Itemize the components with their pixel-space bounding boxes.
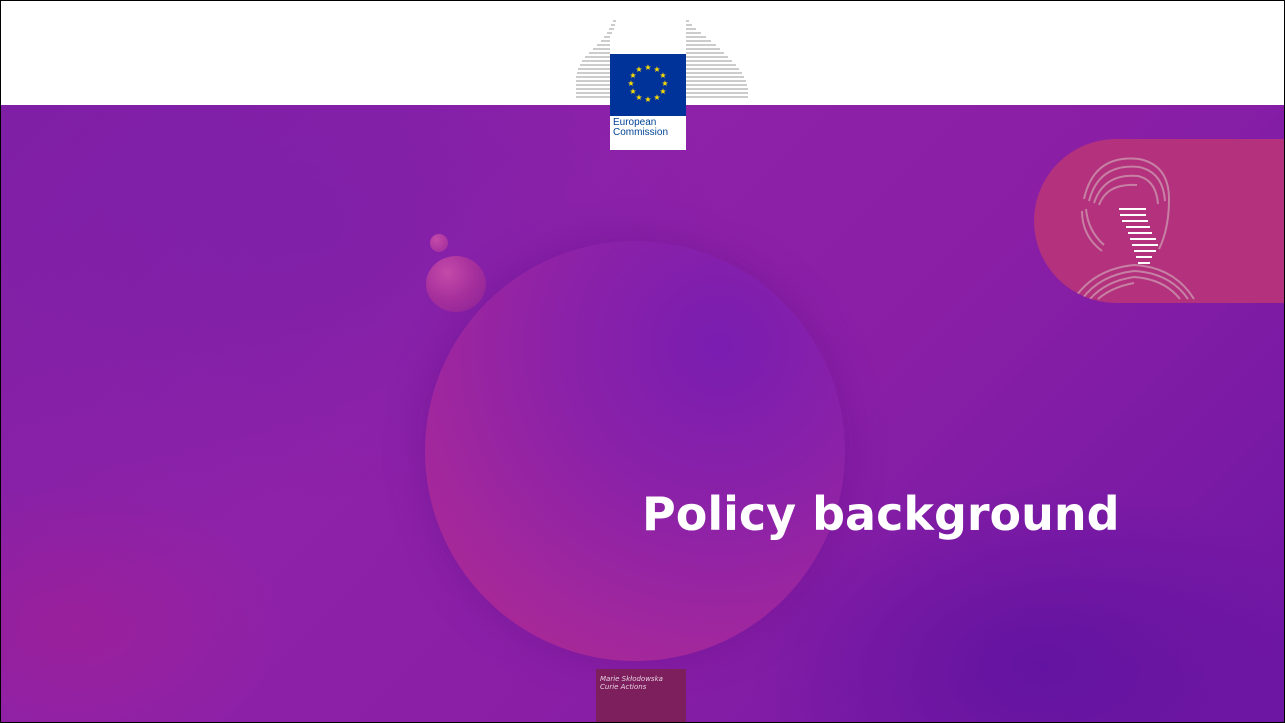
slide-title: Policy background <box>642 487 1120 541</box>
svg-text:★: ★ <box>653 93 660 102</box>
commission-wordmark: European Commission <box>610 116 686 150</box>
msca-line1: Marie Skłodowska <box>600 675 663 683</box>
svg-text:★: ★ <box>644 63 651 72</box>
commission-building-right-icon <box>686 20 748 98</box>
msca-line2: Curie Actions <box>600 683 647 691</box>
tiny-sphere-decoration <box>430 234 448 252</box>
european-commission-logo: ★ ★ ★ ★ ★ ★ ★ ★ ★ ★ ★ ★ European Commiss… <box>572 13 748 150</box>
logo-text-line2: Commission <box>613 127 669 138</box>
svg-text:★: ★ <box>629 87 636 96</box>
msca-footer-logo: Marie Skłodowska Curie Actions <box>596 669 686 722</box>
slide: ★ ★ ★ ★ ★ ★ ★ ★ ★ ★ ★ ★ European Commiss… <box>0 0 1285 723</box>
svg-text:★: ★ <box>644 95 651 104</box>
small-sphere-decoration <box>426 256 486 312</box>
fingerprint-portrait-icon <box>1073 157 1195 300</box>
large-sphere-decoration <box>425 241 845 661</box>
eu-flag-icon: ★ ★ ★ ★ ★ ★ ★ ★ ★ ★ ★ ★ <box>610 54 686 116</box>
svg-text:★: ★ <box>635 65 642 74</box>
portrait-pill <box>1034 139 1284 303</box>
svg-text:★: ★ <box>627 79 634 88</box>
